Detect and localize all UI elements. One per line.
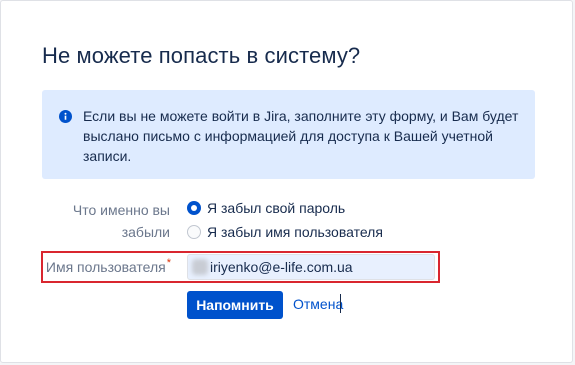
forgot-what-label: Что именно вы забыли — [72, 202, 170, 240]
radio-unchecked-icon[interactable] — [187, 225, 201, 239]
remind-button[interactable]: Напомнить — [187, 291, 283, 319]
redacted-text-blur — [192, 259, 208, 275]
cancel-link[interactable]: Отмена — [293, 296, 343, 312]
required-mark: * — [166, 257, 171, 269]
radio-forgot-username-label: Я забыл имя пользователя — [207, 224, 383, 240]
username-label-text: Имя пользователя — [45, 259, 166, 275]
info-icon — [59, 110, 72, 123]
radio-checked-icon[interactable] — [187, 201, 201, 215]
radio-forgot-password[interactable]: Я забыл свой пароль — [187, 198, 345, 218]
forgot-login-dialog: Не можете попасть в систему? Если вы не … — [0, 0, 573, 363]
page: Не можете попасть в систему? Если вы не … — [0, 0, 575, 365]
radio-forgot-username[interactable]: Я забыл имя пользователя — [187, 222, 383, 242]
radio-forgot-password-label: Я забыл свой пароль — [207, 200, 346, 216]
username-input[interactable] — [187, 254, 435, 280]
info-message: Если вы не можете войти в Jira, заполнит… — [42, 90, 535, 179]
text-cursor — [340, 294, 341, 313]
info-message-text: Если вы не можете войти в Jira, заполнит… — [83, 108, 519, 164]
dialog-title: Не можете попасть в систему? — [42, 43, 361, 68]
username-label: Имя пользователя* — [45, 257, 171, 275]
